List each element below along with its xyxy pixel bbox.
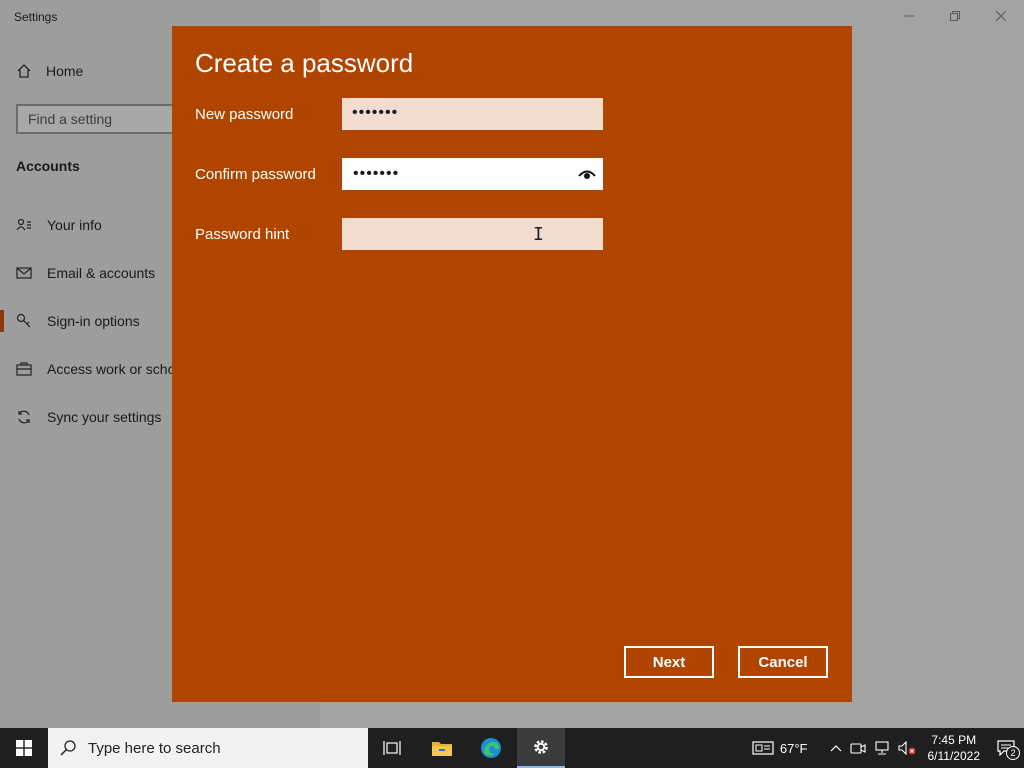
task-view-button[interactable] [368,728,416,768]
key-icon [15,313,33,329]
network-button[interactable] [870,741,894,755]
new-password-field[interactable]: ••••••• [342,98,603,130]
home-icon [17,64,31,78]
home-label: Home [46,63,84,79]
briefcase-icon [15,362,33,376]
cancel-button[interactable]: Cancel [738,646,828,678]
close-icon [996,11,1006,21]
show-hidden-icons-button[interactable] [826,744,846,752]
password-hint-field[interactable] [342,218,603,250]
home-nav-item[interactable]: Home [16,63,83,79]
clock-time: 7:45 PM [931,733,977,747]
file-explorer-button[interactable] [418,728,466,768]
sync-icon [15,409,33,425]
meet-now-button[interactable] [846,741,870,755]
folder-icon [432,742,452,756]
taskbar-search-placeholder: Type here to search [88,739,221,757]
sidebar-item-label: Email & accounts [47,265,156,281]
weather-widget[interactable]: 67°F [748,740,812,756]
task-view-icon [383,741,401,755]
confirm-password-field[interactable]: ••••••• [342,158,603,190]
confirm-password-value: ••••••• [353,165,400,182]
minimize-button[interactable] [886,0,932,32]
sidebar-item-label: Your info [47,217,102,233]
weather-temperature: 67°F [779,740,808,756]
network-icon [874,741,889,755]
person-info-icon [15,218,33,232]
reveal-password-icon[interactable] [578,167,596,181]
camera-icon [849,743,866,754]
taskbar: Type here to search 67°F 7:45 PM 6/11/20 [0,728,1024,768]
clock-date: 6/11/2022 [927,749,981,763]
news-icon [752,741,774,755]
section-title: Accounts [16,158,80,174]
settings-app-button[interactable] [517,728,565,768]
minimize-icon [904,15,914,17]
mail-icon [15,267,33,279]
chevron-up-icon [830,745,841,752]
search-icon [60,740,76,756]
new-password-label: New password [195,106,294,123]
close-button[interactable] [978,0,1024,32]
clock[interactable]: 7:45 PM 6/11/2022 [920,732,989,764]
taskbar-search-box[interactable]: Type here to search [48,728,368,768]
edge-icon [481,738,501,758]
sidebar-item-label: Access work or scho [47,361,176,377]
dialog-title: Create a password [195,48,414,78]
next-button[interactable]: Next [624,646,714,678]
window-controls [886,0,1024,32]
notification-count-badge: 2 [1006,746,1020,760]
text-cursor-icon: I [533,224,544,245]
confirm-password-label: Confirm password [195,166,316,183]
volume-muted-icon [897,741,915,755]
system-tray: 67°F 7:45 PM 6/11/2022 2 [748,728,1024,768]
create-password-dialog: Create a password New password ••••••• C… [172,26,852,702]
start-button[interactable] [0,728,48,768]
sidebar-item-label: Sign-in options [47,313,140,329]
password-hint-label: Password hint [195,226,290,243]
restore-button[interactable] [932,0,978,32]
action-center-button[interactable]: 2 [988,728,1024,768]
windows-logo-icon [16,740,32,756]
gear-icon [534,740,548,754]
restore-icon [950,11,960,21]
edge-browser-button[interactable] [467,728,515,768]
volume-button[interactable] [894,741,920,755]
window-title: Settings [14,10,58,24]
sidebar-item-label: Sync your settings [47,409,162,425]
